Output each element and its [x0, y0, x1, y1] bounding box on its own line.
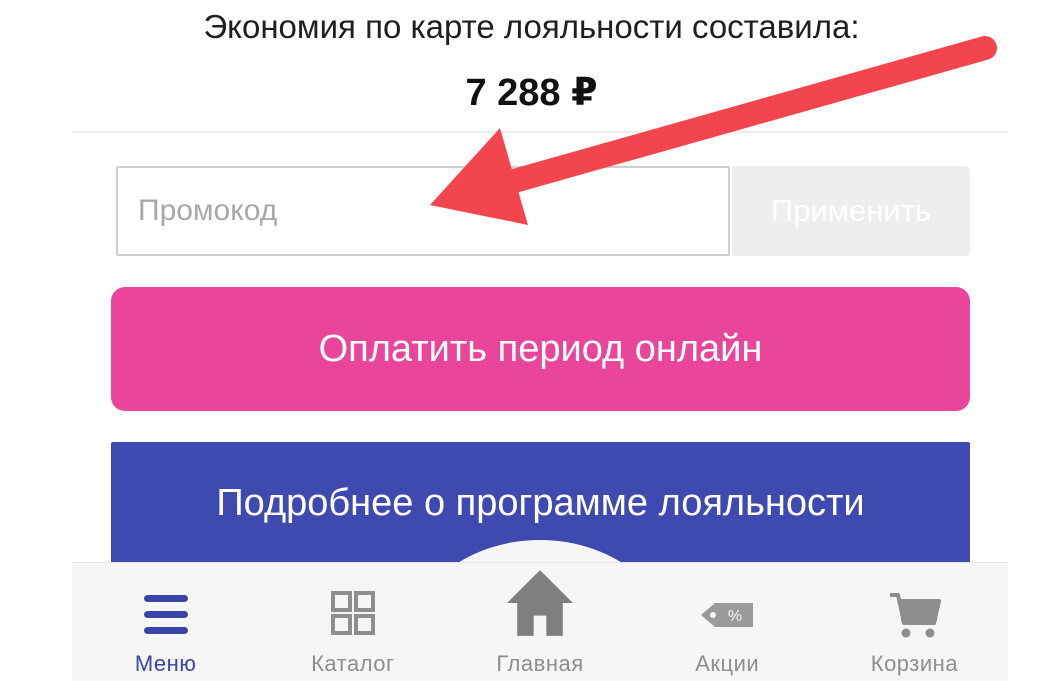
tab-cart-label: Корзина	[870, 651, 959, 676]
pay-button-label: Оплатить период онлайн	[318, 328, 763, 370]
tab-menu-label: Меню	[134, 651, 197, 676]
tab-catalog-label: Каталог	[311, 651, 395, 676]
cart-icon	[890, 593, 942, 638]
apply-promo-button[interactable]: Применить	[732, 166, 970, 256]
tab-home[interactable]: Главная	[446, 563, 633, 681]
home-icon	[507, 570, 573, 636]
divider	[72, 131, 1008, 133]
tab-menu[interactable]: Меню	[72, 563, 259, 681]
loyalty-button-label: Подробнее о программе лояльности	[216, 482, 865, 524]
tab-cart[interactable]: Корзина	[821, 563, 1008, 681]
savings-amount: 7 288 ₽	[465, 72, 598, 114]
bottom-tab-bar: Меню Каталог Главная % Акции Корзина	[72, 562, 1008, 681]
tab-promotions-label: Акции	[695, 651, 760, 676]
savings-label: Экономия по карте лояльности составила:	[203, 8, 860, 45]
tab-home-label: Главная	[496, 651, 584, 676]
tab-promotions[interactable]: % Акции	[634, 563, 821, 681]
grid-icon	[330, 591, 375, 635]
discount-tag-icon: %	[701, 603, 754, 627]
pay-period-online-button[interactable]: Оплатить период онлайн	[111, 287, 970, 411]
promo-code-input[interactable]	[116, 166, 730, 256]
svg-text:%: %	[728, 608, 742, 625]
menu-icon	[143, 595, 188, 634]
tab-catalog[interactable]: Каталог	[259, 563, 446, 681]
